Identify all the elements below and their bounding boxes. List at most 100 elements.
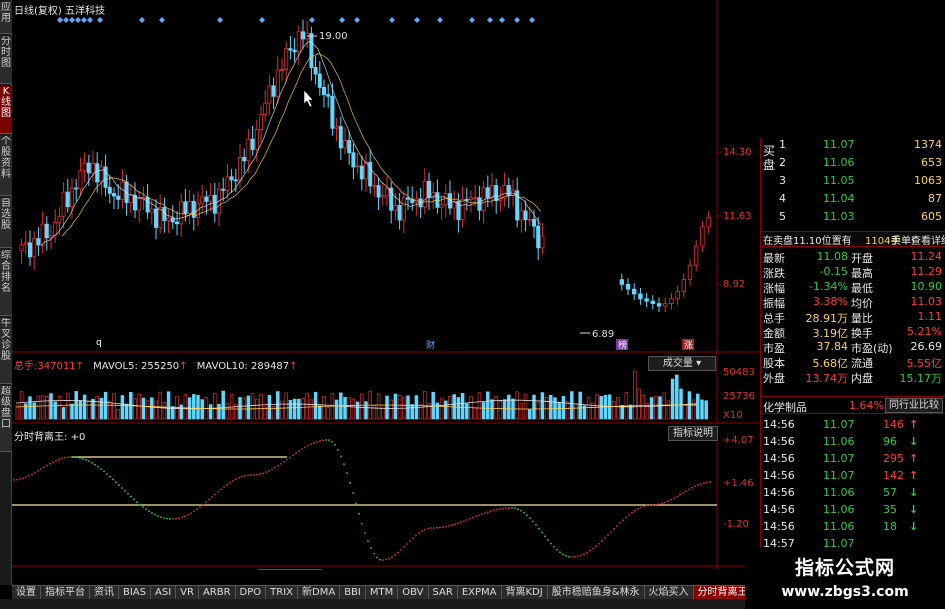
sidebar-item-watchlist[interactable]: 自选股 xyxy=(0,198,12,248)
tab-indicator[interactable]: EXPMA xyxy=(458,586,502,599)
tab-indicator[interactable]: BIAS xyxy=(119,586,151,599)
volume-bar xyxy=(192,394,196,420)
tab-indicator[interactable]: MTM xyxy=(366,586,399,599)
order-book-row[interactable]: 5 11.03 605 xyxy=(761,210,945,224)
indicator-dot xyxy=(34,471,36,474)
kline-chart-svg[interactable]: 19.00 6.89 q 财 榜 涨 14.30 11.63 8.92 50483 25736 X10… xyxy=(12,0,760,570)
stat-value: 10.90 xyxy=(910,280,943,293)
tab-indicator[interactable]: SAR xyxy=(429,586,458,599)
indicator-dot xyxy=(448,524,450,527)
tab-indicator[interactable]: 火焰买入 xyxy=(645,586,694,599)
tab-indicator[interactable]: 背离KDJ xyxy=(502,586,548,599)
chart-area[interactable]: 19.00 6.89 q 财 榜 涨 14.30 11.63 8.92 50483 25736 X10… xyxy=(12,0,760,570)
tab-indicator[interactable]: VR xyxy=(176,586,199,599)
tab-indicator[interactable]: 指标平台 xyxy=(41,586,90,599)
tab-indicator[interactable]: 股市稳赔鱼身&林永 xyxy=(548,586,645,599)
indicator-dot xyxy=(376,556,378,559)
stat-label: 最低 xyxy=(851,282,873,295)
indicator-dot xyxy=(277,464,279,467)
candle-body xyxy=(347,140,352,154)
indicator-axis-label: -1.20 xyxy=(723,519,749,530)
indicator-dot xyxy=(355,502,357,505)
stat-label: 股本 xyxy=(763,357,785,370)
order-book-row[interactable]: 4 11.04 87 xyxy=(761,192,945,206)
candle-body xyxy=(284,48,289,71)
candle-body xyxy=(57,215,62,223)
stat-label: 涨跌 xyxy=(763,267,785,280)
indicator-dot xyxy=(76,456,78,459)
indicator-dot xyxy=(514,507,516,510)
order-book-row[interactable]: 3 11.05 1063 xyxy=(761,174,945,188)
sidebar-item-super-board[interactable]: 超级盘口 xyxy=(0,386,12,452)
volume-bar xyxy=(637,388,641,420)
tab-indicator[interactable]: 新DMA xyxy=(298,586,341,599)
indicator-dot xyxy=(133,498,135,501)
industry-change: 1.64% xyxy=(849,399,884,412)
volume-bar xyxy=(410,404,414,420)
candle-body xyxy=(44,223,49,239)
signal-diamond-icon xyxy=(81,17,87,23)
order-book-row[interactable]: 1 11.07 1374 xyxy=(761,138,945,152)
volume-bar xyxy=(276,391,280,420)
volume-bar xyxy=(116,408,120,420)
industry-compare-button[interactable]: 同行业比较 xyxy=(885,398,943,413)
indicator-explain-button[interactable]: 指标说明 xyxy=(668,426,718,441)
volume-bar xyxy=(691,399,696,420)
order-price: 11.07 xyxy=(823,138,855,151)
indicator-dot xyxy=(574,555,576,558)
order-book-row[interactable]: 2 11.06 653 xyxy=(761,156,945,170)
indicator-dot xyxy=(403,546,405,548)
indicator-dot xyxy=(73,456,75,458)
indicator-dot xyxy=(442,526,444,528)
volume-bar xyxy=(557,402,561,420)
candle-body xyxy=(644,298,649,302)
tab-indicator[interactable]: ASI xyxy=(151,586,177,599)
tab-indicator[interactable]: OBV xyxy=(398,586,429,599)
stat-row: 市盈 37.84 市盈(动) 26.69 xyxy=(761,340,945,355)
signal-diamond-icon xyxy=(139,17,145,23)
indicator-dot xyxy=(79,457,81,459)
candle-body xyxy=(95,163,100,183)
tab-indicator[interactable]: ARBR xyxy=(199,586,236,599)
signal-diamond-icon xyxy=(309,17,315,23)
candle-body xyxy=(330,95,335,129)
candle-body xyxy=(116,195,121,200)
sidebar-item-kline[interactable]: K线图 xyxy=(0,86,12,134)
indicator-dot xyxy=(559,551,561,554)
tab-indicator[interactable]: DPO xyxy=(236,586,267,599)
tab-indicator[interactable]: 资讯 xyxy=(90,586,119,599)
tab-indicator[interactable]: TRIX xyxy=(266,586,299,599)
volume-bar xyxy=(284,392,288,420)
tick-row: 14:56 11.06 96 ↓ xyxy=(761,435,945,449)
volume-bar xyxy=(645,403,650,420)
sidebar-item-ranking[interactable]: 综合排名 xyxy=(0,250,12,316)
indicator-dot xyxy=(394,554,396,556)
volume-bar xyxy=(200,399,204,420)
signal-diamond-icon xyxy=(339,17,345,23)
volume-bar xyxy=(502,399,507,420)
indicator-dot xyxy=(121,487,123,489)
sidebar-item-diagnosis[interactable]: 牛叉诊股 xyxy=(0,318,12,384)
tab-indicator[interactable]: BBI xyxy=(340,586,366,599)
candle-body xyxy=(625,283,631,290)
indicator-dot xyxy=(685,490,687,493)
indicator-dot xyxy=(667,500,669,503)
volume-bar xyxy=(61,407,66,420)
volume-bar xyxy=(347,397,351,420)
sidebar-item-stock-info[interactable]: 个股资料 xyxy=(0,136,12,196)
indicator-dot xyxy=(313,441,315,444)
sidebar-item-apps[interactable]: 应用 xyxy=(0,2,12,34)
volume-bar xyxy=(675,374,679,420)
indicator-dot xyxy=(148,510,150,513)
volume-selector[interactable]: 成交量 ▾ xyxy=(648,356,716,371)
tab-indicator[interactable]: 分时背离王 xyxy=(693,586,745,599)
sidebar-item-intraday[interactable]: 分时图 xyxy=(0,36,12,84)
tab-indicator[interactable]: 设置 xyxy=(12,586,41,599)
view-detail-link[interactable]: 查看详细 xyxy=(911,232,945,247)
event-marker: 财 xyxy=(426,339,435,351)
indicator-dot xyxy=(271,468,273,471)
indicator-dot xyxy=(700,482,702,485)
volume-bar xyxy=(528,409,532,420)
left-sidebar: 应用 分时图 K线图 个股资料 自选股 综合排名 牛叉诊股 超级盘口 xyxy=(0,0,12,585)
indicator-dot xyxy=(658,503,660,506)
